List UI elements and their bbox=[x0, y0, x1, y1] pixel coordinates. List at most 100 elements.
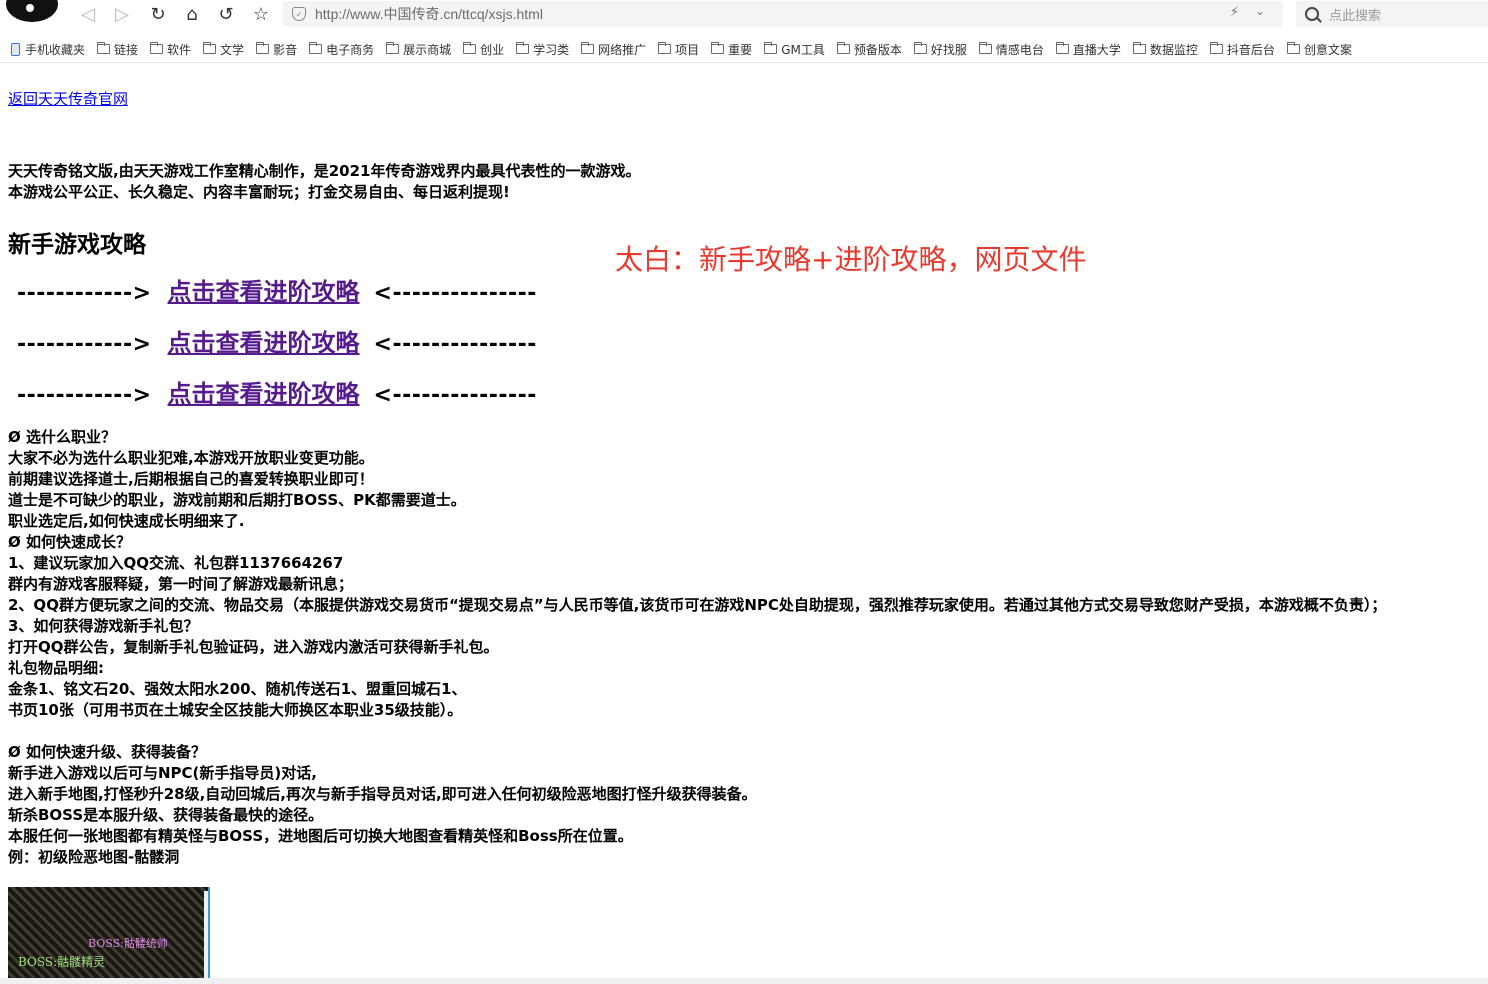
address-bar[interactable]: ✓ http://www.中国传奇.cn/ttcq/xsjs.html ⚡ ⌄ bbox=[283, 1, 1283, 27]
bookmark-item[interactable]: 手机收藏夹 bbox=[11, 41, 85, 58]
guide-line: 书页10张（可用书页在土城安全区技能大师换区本职业35级技能）。 bbox=[8, 701, 463, 719]
chevron-down-icon[interactable]: ⌄ bbox=[1255, 4, 1265, 18]
guide-line: Ø 如何快速升级、获得装备？ bbox=[8, 743, 206, 761]
bookmark-item[interactable]: 好找服 bbox=[913, 41, 967, 58]
guide-line: 打开QQ群公告，复制新手礼包验证码，进入游戏内激活可获得新手礼包。 bbox=[8, 638, 499, 656]
bookmark-item[interactable]: 软件 bbox=[150, 41, 191, 58]
folder-icon bbox=[836, 42, 850, 54]
folder-icon bbox=[1286, 42, 1300, 54]
map-boss-label: BOSS:骷髅统帅 bbox=[88, 937, 168, 950]
bookmark-item[interactable]: 抖音后台 bbox=[1209, 41, 1275, 58]
guide-line: 职业选定后,如何快速成长明细来了. bbox=[8, 512, 245, 530]
browser-logo-icon[interactable] bbox=[6, 0, 58, 22]
reload-icon[interactable]: ↻ bbox=[146, 3, 170, 25]
intro-line: 天天传奇铭文版,由天天游戏工作室精心制作，是2021年传奇游戏界内最具代表性的一… bbox=[8, 162, 641, 180]
guide-line: 前期建议选择道士,后期根据自己的喜爱转换职业即可！ bbox=[8, 470, 374, 488]
guide-line: 金条1、铭文石20、强效太阳水200、随机传送石1、盟重回城石1、 bbox=[8, 680, 467, 698]
folder-icon bbox=[386, 42, 400, 54]
bookmark-label: 创业 bbox=[480, 42, 505, 57]
bookmark-item[interactable]: 学习类 bbox=[516, 41, 569, 58]
search-placeholder[interactable]: 点此搜索 bbox=[1329, 5, 1381, 24]
folder-icon bbox=[1132, 42, 1146, 54]
bookmark-item[interactable]: 情感电台 bbox=[978, 41, 1044, 58]
bookmark-label: 链接 bbox=[114, 42, 139, 57]
bookmark-label: 重要 bbox=[728, 42, 753, 57]
right-arrow-text: <--------------- bbox=[373, 281, 537, 306]
guide-line: 2、QQ群方便玩家之间的交流、物品交易（本服提供游戏交易货币“提现交易点”与人民… bbox=[8, 596, 1387, 614]
back-arrow-icon[interactable]: ◁ bbox=[76, 3, 100, 25]
folder-icon bbox=[764, 42, 778, 54]
bookmark-label: 软件 bbox=[167, 42, 192, 57]
folder-icon bbox=[97, 42, 111, 54]
left-arrow-text: ------------> bbox=[17, 332, 152, 357]
bookmark-item[interactable]: 影音 bbox=[256, 41, 297, 58]
advanced-guide-row: ------------> 点击查看进阶攻略 <--------------- bbox=[17, 374, 537, 409]
bookmark-label: 手机收藏夹 bbox=[25, 42, 86, 57]
bookmark-item[interactable]: 数据监控 bbox=[1132, 41, 1198, 58]
folder-icon bbox=[150, 42, 164, 54]
undo-icon[interactable]: ↺ bbox=[214, 3, 238, 25]
page-title: 新手游戏攻略 bbox=[8, 232, 146, 258]
bookmark-label: 直播大学 bbox=[1072, 42, 1121, 57]
shield-icon[interactable]: ✓ bbox=[292, 7, 306, 21]
bookmarks-bar: 手机收藏夹 链接 软件 文学 影音 电子商务 展示商城 创业 学习类 网络推广 项目 重要 GM工具 预备… bbox=[0, 36, 1488, 62]
bookmark-item[interactable]: 直播大学 bbox=[1055, 41, 1121, 58]
bookmark-label: 文学 bbox=[220, 42, 245, 57]
phone-icon bbox=[11, 42, 20, 56]
right-arrow-text: <--------------- bbox=[373, 332, 537, 357]
bolt-icon[interactable]: ⚡ bbox=[1230, 5, 1239, 20]
guide-line: 本服任何一张地图都有精英怪与BOSS，进地图后可切换大地图查看精英怪和Boss所… bbox=[8, 827, 633, 845]
folder-icon bbox=[309, 42, 323, 54]
bookmark-item[interactable]: GM工具 bbox=[764, 41, 825, 58]
advanced-guide-link[interactable]: 点击查看进阶攻略 bbox=[168, 380, 360, 408]
map-boss-label: BOSS:骷髅精灵 bbox=[18, 955, 106, 969]
advanced-guide-link[interactable]: 点击查看进阶攻略 bbox=[168, 329, 360, 357]
search-icon[interactable] bbox=[1305, 7, 1319, 21]
bookmark-item[interactable]: 创业 bbox=[463, 41, 504, 58]
bookmark-item[interactable]: 预备版本 bbox=[836, 41, 902, 58]
guide-line: Ø 选什么职业？ bbox=[8, 428, 116, 446]
search-box[interactable]: 点此搜索 bbox=[1296, 1, 1488, 27]
guide-line: 新手进入游戏以后可与NPC(新手指导员)对话, bbox=[8, 764, 317, 782]
home-icon[interactable]: ⌂ bbox=[180, 3, 204, 25]
bookmark-item[interactable]: 电子商务 bbox=[309, 41, 374, 58]
bookmark-item[interactable]: 展示商城 bbox=[386, 41, 451, 58]
bookmark-label: 数据监控 bbox=[1149, 42, 1198, 57]
bookmark-item[interactable]: 创意文案 bbox=[1286, 41, 1352, 58]
guide-line: 例：初级险恶地图-骷髅洞 bbox=[8, 848, 180, 866]
folder-icon bbox=[658, 42, 672, 54]
bookmarks-divider bbox=[0, 62, 1488, 63]
folder-icon bbox=[256, 42, 270, 54]
advanced-guide-link[interactable]: 点击查看进阶攻略 bbox=[168, 278, 360, 306]
guide-line: 群内有游戏客服释疑，第一时间了解游戏最新讯息； bbox=[8, 575, 354, 593]
bookmark-item[interactable]: 重要 bbox=[711, 41, 752, 58]
intro-text: 天天传奇铭文版,由天天游戏工作室精心制作，是2021年传奇游戏界内最具代表性的一… bbox=[8, 161, 640, 203]
guide-line: 3、如何获得游戏新手礼包？ bbox=[8, 617, 199, 635]
browser-toolbar: ◁ ▷ ↻ ⌂ ↺ ☆ ✓ http://www.中国传奇.cn/ttcq/xs… bbox=[0, 0, 1488, 30]
address-url[interactable]: http://www.中国传奇.cn/ttcq/xsjs.html bbox=[315, 4, 543, 24]
bookmark-label: 情感电台 bbox=[995, 42, 1044, 57]
guide-text: Ø 选什么职业？ 大家不必为选什么职业犯难,本游戏开放职业变更功能。 前期建议选择道… bbox=[8, 427, 1488, 868]
bookmark-item[interactable]: 链接 bbox=[97, 41, 138, 58]
map-scrollbar[interactable] bbox=[204, 891, 208, 981]
game-map-image: BOSS:骷髅统帅 BOSS:骷髅精灵 bbox=[8, 887, 210, 984]
back-to-official-site-link[interactable]: 返回天天传奇官网 bbox=[8, 88, 128, 109]
bookmark-item[interactable]: 项目 bbox=[658, 41, 699, 58]
bookmark-label: GM工具 bbox=[781, 42, 825, 57]
bookmark-label: 抖音后台 bbox=[1226, 42, 1275, 57]
star-icon[interactable]: ☆ bbox=[249, 3, 273, 25]
bookmark-label: 电子商务 bbox=[326, 42, 375, 57]
bookmark-item[interactable]: 网络推广 bbox=[581, 41, 646, 58]
intro-line: 本游戏公平公正、长久稳定、内容丰富耐玩；打金交易自由、每日返利提现! bbox=[8, 183, 510, 201]
forward-arrow-icon[interactable]: ▷ bbox=[110, 3, 134, 25]
bookmark-label: 好找服 bbox=[930, 42, 967, 57]
bookmark-item[interactable]: 文学 bbox=[203, 41, 244, 58]
horizontal-scrollbar[interactable] bbox=[0, 978, 1488, 984]
guide-line: 礼包物品明细: bbox=[8, 659, 104, 677]
bookmark-label: 项目 bbox=[675, 42, 700, 57]
guide-line: 1、建议玩家加入QQ交流、礼包群1137664267 bbox=[8, 554, 344, 572]
guide-line: 斩杀BOSS是本服升级、获得装备最快的途径。 bbox=[8, 806, 324, 824]
bookmark-label: 预备版本 bbox=[853, 42, 902, 57]
folder-icon bbox=[1209, 42, 1223, 54]
folder-icon bbox=[913, 42, 927, 54]
